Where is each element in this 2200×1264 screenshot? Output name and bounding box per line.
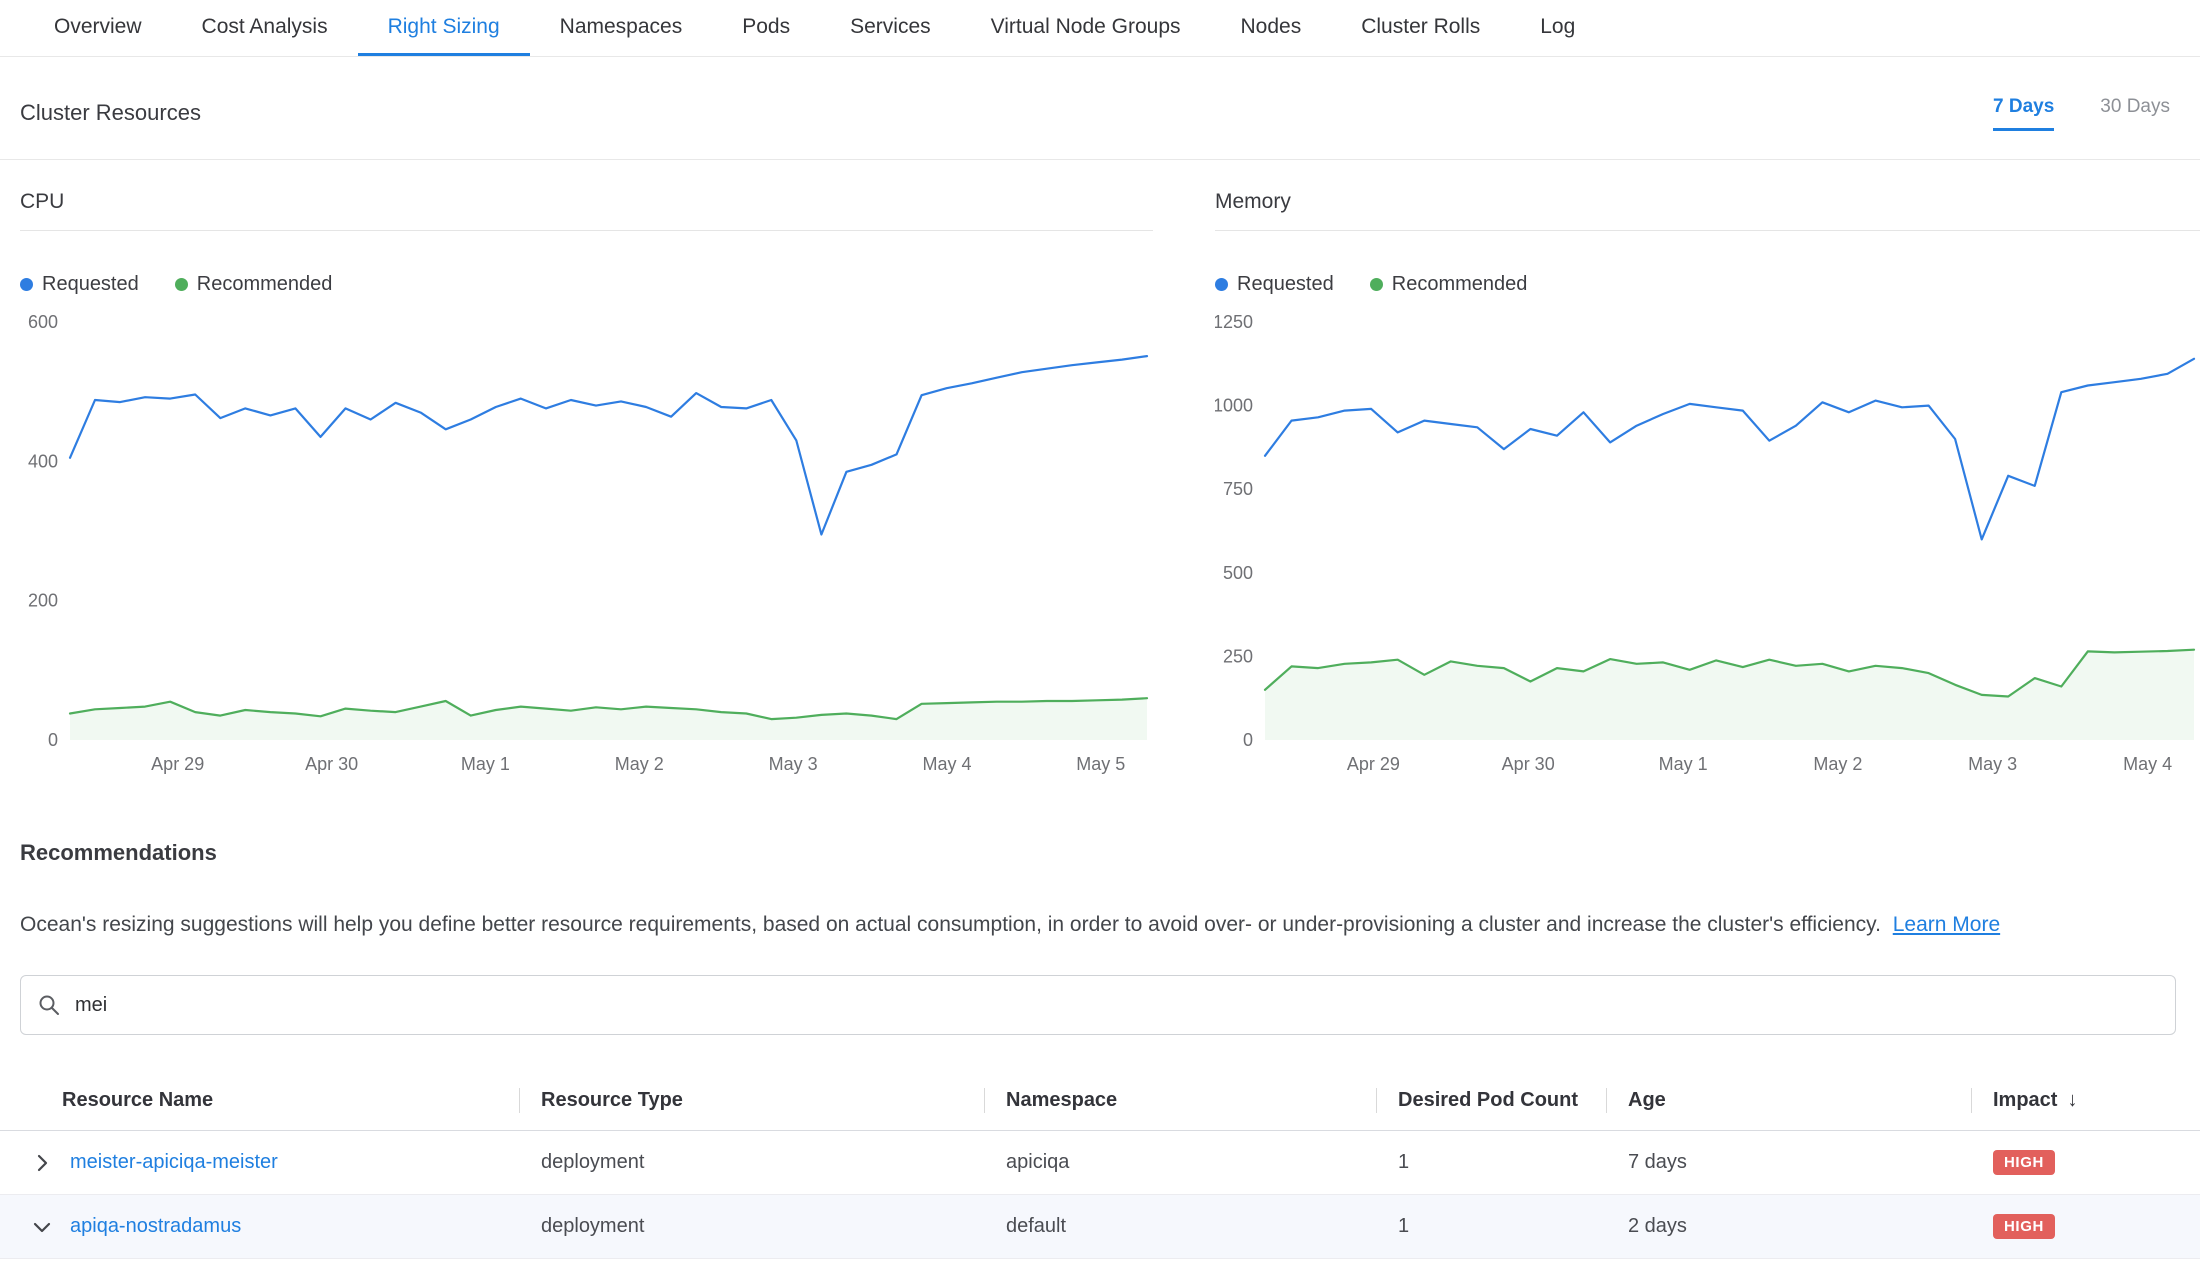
- legend-item-recommended[interactable]: Recommended: [175, 273, 333, 296]
- svg-text:Apr 30: Apr 30: [1502, 754, 1555, 774]
- svg-text:200: 200: [28, 591, 58, 611]
- range-30-days[interactable]: 30 Days: [2100, 96, 2170, 131]
- svg-text:250: 250: [1223, 646, 1253, 666]
- svg-text:May 2: May 2: [615, 754, 664, 774]
- cpu-line-plot: 0 200 400 600 Apr 29 Apr 30 May 1 May 2 May 3 May…: [20, 314, 1153, 776]
- resource-name-link[interactable]: meister-apiciqa-meister: [70, 1151, 278, 1174]
- legend-dot-requested: [1215, 278, 1228, 291]
- legend-dot-recommended: [175, 278, 188, 291]
- age-cell: 7 days: [1606, 1151, 1971, 1174]
- cluster-resources-title: Cluster Resources: [20, 100, 201, 126]
- resource-name-cell: apiqa-nostradamus: [0, 1215, 519, 1239]
- age-cell: 2 days: [1606, 1215, 1971, 1238]
- tab-overview[interactable]: Overview: [24, 0, 172, 56]
- table-row[interactable]: meister-apiciqa-meister deployment apici…: [0, 1131, 2200, 1195]
- table-row[interactable]: apiqa-nostradamus deployment default 1 2…: [0, 1195, 2200, 1259]
- svg-text:1250: 1250: [1215, 314, 1253, 332]
- tab-pods[interactable]: Pods: [712, 0, 820, 56]
- column-impact-label: Impact: [1993, 1089, 2057, 1112]
- svg-text:May 2: May 2: [1813, 754, 1862, 774]
- chevron-down-icon[interactable]: [30, 1215, 54, 1239]
- svg-text:May 3: May 3: [769, 754, 818, 774]
- search-icon: [37, 993, 61, 1017]
- tab-log[interactable]: Log: [1510, 0, 1605, 56]
- table-header-row: Resource Name Resource Type Namespace De…: [0, 1071, 2200, 1131]
- memory-chart: Memory Requested Recommended 0 250 500 750 1…: [1215, 160, 2200, 776]
- impact-cell: HIGH: [1971, 1214, 2200, 1239]
- svg-text:1000: 1000: [1215, 396, 1253, 416]
- resource-type-cell: deployment: [519, 1151, 984, 1174]
- recommendations-table: Resource Name Resource Type Namespace De…: [0, 1071, 2200, 1259]
- svg-text:May 4: May 4: [2123, 754, 2172, 774]
- recommendations-description-text: Ocean's resizing suggestions will help y…: [20, 913, 1881, 936]
- column-desired-pod-count: Desired Pod Count: [1376, 1071, 1606, 1130]
- column-resource-name: Resource Name: [0, 1071, 519, 1130]
- tab-virtual-node-groups[interactable]: Virtual Node Groups: [961, 0, 1211, 56]
- resource-search[interactable]: [20, 975, 2176, 1035]
- namespace-cell: default: [984, 1215, 1376, 1238]
- impact-badge-high: HIGH: [1993, 1150, 2055, 1175]
- svg-text:May 4: May 4: [922, 754, 971, 774]
- svg-text:Apr 29: Apr 29: [1347, 754, 1400, 774]
- sort-descending-icon[interactable]: ↓: [2067, 1089, 2077, 1112]
- learn-more-link[interactable]: Learn More: [1893, 913, 2000, 936]
- legend-item-requested[interactable]: Requested: [20, 273, 139, 296]
- impact-badge-high: HIGH: [1993, 1214, 2055, 1239]
- legend-item-recommended[interactable]: Recommended: [1370, 273, 1528, 296]
- impact-cell: HIGH: [1971, 1150, 2200, 1175]
- legend-label-requested: Requested: [42, 273, 139, 296]
- memory-chart-legend: Requested Recommended: [1215, 273, 2200, 296]
- search-input[interactable]: [73, 993, 2159, 1018]
- svg-text:500: 500: [1223, 563, 1253, 583]
- range-7-days[interactable]: 7 Days: [1993, 96, 2054, 131]
- column-resource-type: Resource Type: [519, 1071, 984, 1130]
- svg-text:0: 0: [48, 730, 58, 750]
- tab-services[interactable]: Services: [820, 0, 961, 56]
- legend-dot-recommended: [1370, 278, 1383, 291]
- svg-text:0: 0: [1243, 730, 1253, 750]
- memory-line-plot: 0 250 500 750 1000 1250 Apr 29 Apr 30 May 1 May 2…: [1215, 314, 2200, 776]
- desired-pod-count-cell: 1: [1376, 1215, 1606, 1238]
- column-age: Age: [1606, 1071, 1971, 1130]
- legend-item-requested[interactable]: Requested: [1215, 273, 1334, 296]
- legend-label-requested: Requested: [1237, 273, 1334, 296]
- tab-nodes[interactable]: Nodes: [1211, 0, 1332, 56]
- svg-text:May 5: May 5: [1076, 754, 1125, 774]
- svg-text:Apr 30: Apr 30: [305, 754, 358, 774]
- column-namespace: Namespace: [984, 1071, 1376, 1130]
- svg-text:750: 750: [1223, 479, 1253, 499]
- column-impact: Impact ↓: [1971, 1071, 2200, 1130]
- cpu-chart-legend: Requested Recommended: [20, 273, 1153, 296]
- svg-text:600: 600: [28, 314, 58, 332]
- recommendations-description: Ocean's resizing suggestions will help y…: [20, 912, 2176, 937]
- top-tab-bar: Overview Cost Analysis Right Sizing Name…: [0, 0, 2200, 57]
- svg-text:400: 400: [28, 451, 58, 471]
- desired-pod-count-cell: 1: [1376, 1151, 1606, 1174]
- resource-type-cell: deployment: [519, 1215, 984, 1238]
- cluster-resources-header: Cluster Resources 7 Days 30 Days: [0, 57, 2200, 160]
- tab-namespaces[interactable]: Namespaces: [530, 0, 713, 56]
- charts-section: CPU Requested Recommended 0 200 400 600 Apr …: [0, 160, 2200, 776]
- memory-chart-title: Memory: [1215, 160, 2200, 231]
- tab-cluster-rolls[interactable]: Cluster Rolls: [1331, 0, 1510, 56]
- svg-text:May 3: May 3: [1968, 754, 2017, 774]
- tab-right-sizing[interactable]: Right Sizing: [358, 0, 530, 56]
- legend-label-recommended: Recommended: [1392, 273, 1528, 296]
- legend-dot-requested: [20, 278, 33, 291]
- recommendations-title: Recommendations: [20, 840, 2200, 866]
- time-range-toggle: 7 Days 30 Days: [1993, 96, 2170, 131]
- cpu-chart: CPU Requested Recommended 0 200 400 600 Apr …: [20, 160, 1153, 776]
- svg-text:May 1: May 1: [461, 754, 510, 774]
- svg-text:Apr 29: Apr 29: [151, 754, 204, 774]
- resource-name-link[interactable]: apiqa-nostradamus: [70, 1215, 241, 1238]
- legend-label-recommended: Recommended: [197, 273, 333, 296]
- chevron-right-icon[interactable]: [30, 1151, 54, 1175]
- resource-name-cell: meister-apiciqa-meister: [0, 1151, 519, 1175]
- cpu-chart-title: CPU: [20, 160, 1153, 231]
- svg-text:May 1: May 1: [1659, 754, 1708, 774]
- namespace-cell: apiciqa: [984, 1151, 1376, 1174]
- tab-cost-analysis[interactable]: Cost Analysis: [172, 0, 358, 56]
